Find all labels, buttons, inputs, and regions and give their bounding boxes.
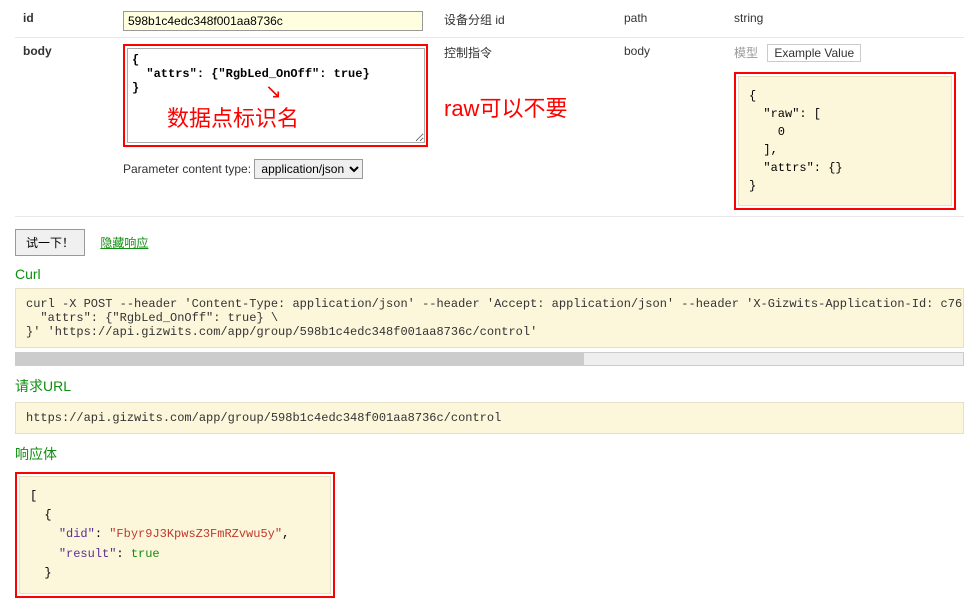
body-textarea[interactable] — [127, 48, 425, 143]
raw-annotation: raw可以不要 — [444, 91, 608, 123]
param-in: body — [616, 38, 726, 217]
example-value-box: { "raw": [ 0 ], "attrs": {} } — [734, 72, 956, 210]
param-desc: 控制指令 — [444, 44, 608, 61]
param-row-id: id 设备分组 id path string — [15, 5, 964, 38]
request-url-heading: 请求URL — [15, 376, 964, 396]
param-row-body: body ↘ 数据点标识名 Parameter content type: ap… — [15, 38, 964, 217]
content-type-row: Parameter content type: application/json — [123, 159, 428, 179]
request-url-block[interactable]: https://api.gizwits.com/app/group/598b1c… — [15, 402, 964, 434]
param-desc: 设备分组 id — [436, 5, 616, 38]
parameters-table: id 设备分组 id path string body ↘ 数据点标识名 Par… — [15, 5, 964, 217]
tab-example-value[interactable]: Example Value — [767, 44, 861, 62]
curl-block[interactable]: curl -X POST --header 'Content-Type: app… — [15, 288, 964, 348]
param-in: path — [616, 5, 726, 38]
response-body-box: [ { "did": "Fbyr9J3KpwsZ3FmRZvwu5y", "re… — [15, 472, 335, 598]
param-label: body — [15, 38, 115, 217]
tab-model[interactable]: 模型 — [734, 46, 758, 60]
scrollbar-thumb[interactable] — [16, 353, 584, 365]
hide-response-link[interactable]: 隐藏响应 — [100, 236, 148, 250]
param-label: id — [15, 5, 115, 38]
content-type-label: Parameter content type: — [123, 162, 251, 176]
id-input[interactable] — [123, 11, 423, 31]
response-body-heading: 响应体 — [15, 444, 964, 464]
example-value-code[interactable]: { "raw": [ 0 ], "attrs": {} } — [738, 76, 952, 206]
body-input-wrap: ↘ 数据点标识名 — [123, 44, 428, 147]
response-body-code[interactable]: [ { "did": "Fbyr9J3KpwsZ3FmRZvwu5y", "re… — [19, 476, 331, 594]
try-button[interactable]: 试一下！ — [15, 229, 85, 256]
content-type-select[interactable]: application/json — [254, 159, 363, 179]
curl-scrollbar[interactable] — [15, 352, 964, 366]
model-tabs: 模型 Example Value — [734, 44, 956, 62]
param-type: string — [726, 5, 964, 38]
curl-heading: Curl — [15, 266, 964, 282]
action-row: 试一下！ 隐藏响应 — [15, 229, 964, 256]
